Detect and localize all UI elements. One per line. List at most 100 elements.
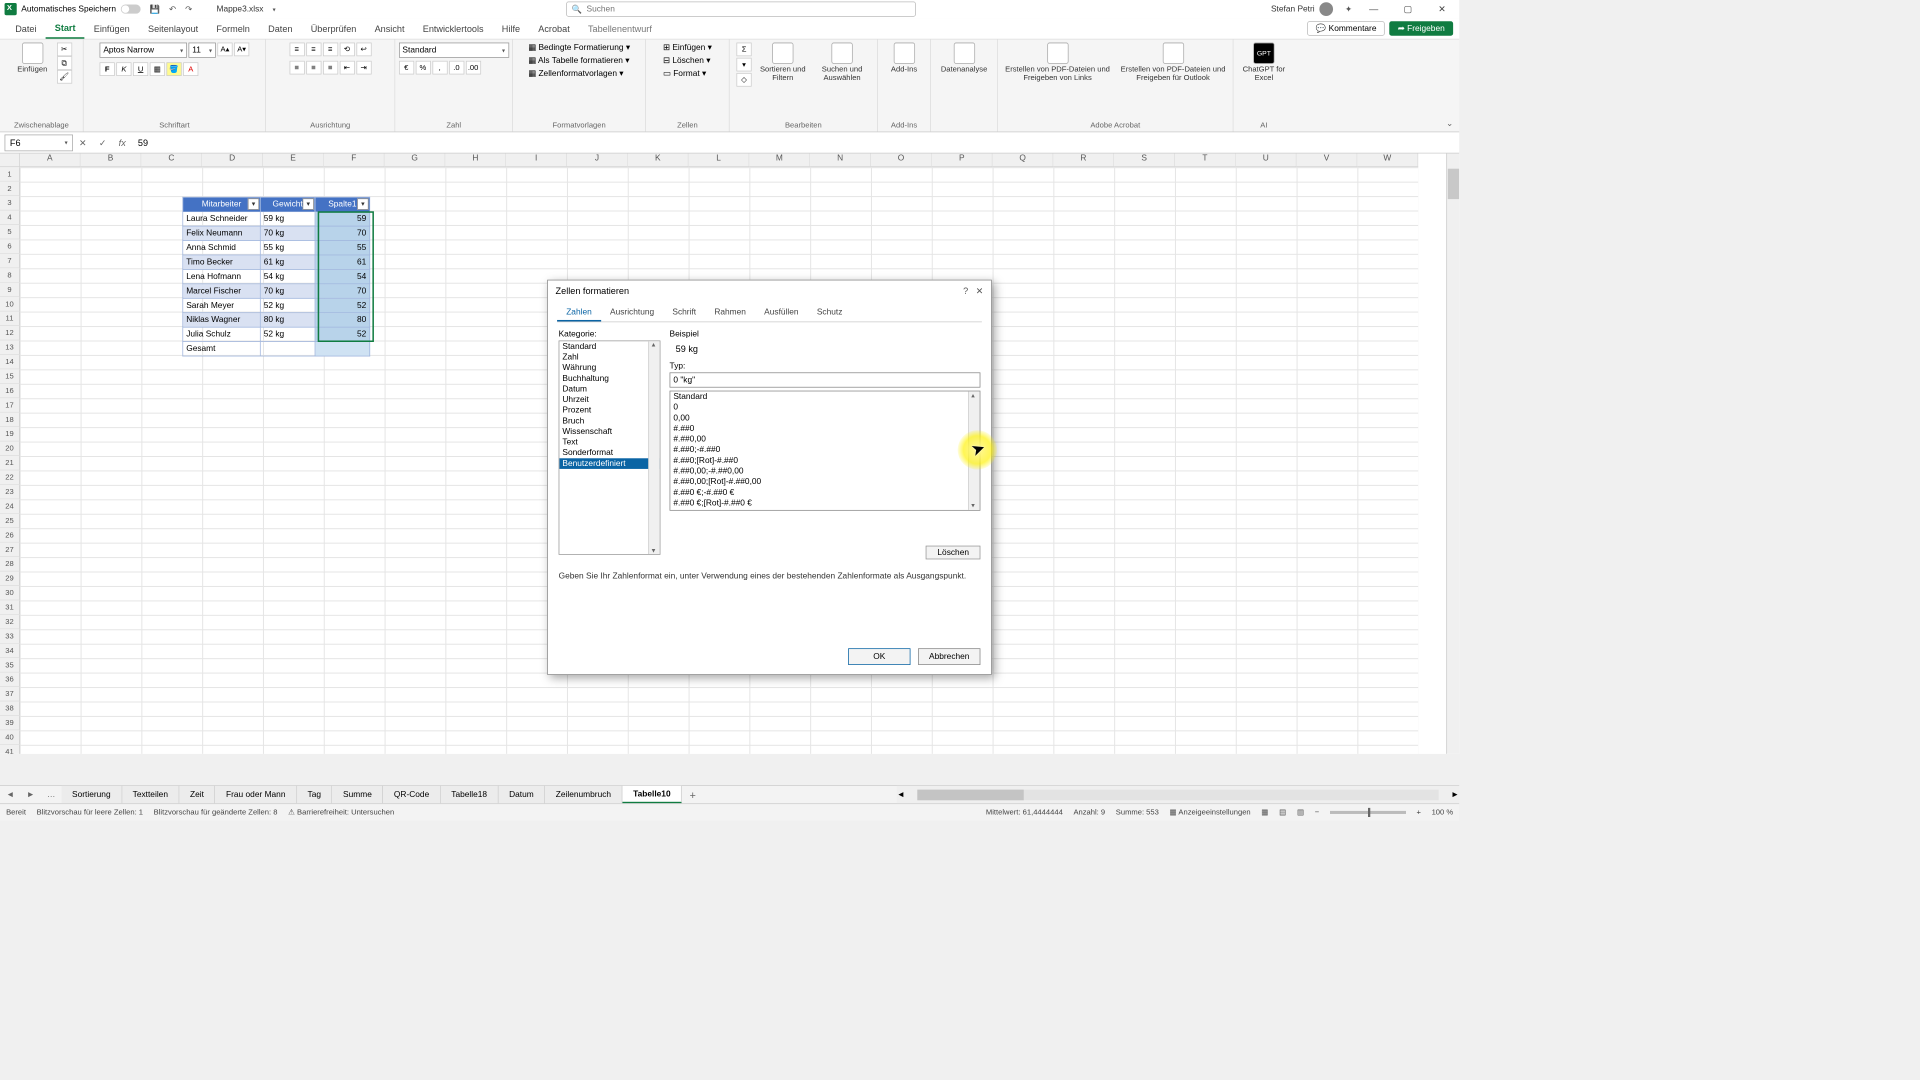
category-item[interactable]: Standard <box>559 341 659 352</box>
format-painter-icon[interactable]: 🖌 <box>57 70 72 84</box>
number-format-select[interactable]: Standard▾ <box>399 43 509 58</box>
column-headers[interactable]: ABCDEFGHIJKLMNOPQRSTUVW <box>20 154 1418 168</box>
formula-input[interactable]: 59 <box>132 137 1459 148</box>
row-header[interactable]: 7 <box>0 254 20 268</box>
row-header[interactable]: 37 <box>0 687 20 701</box>
sheet-nav-next-icon[interactable]: ► <box>20 790 40 799</box>
tab-formeln[interactable]: Formeln <box>207 18 259 39</box>
column-header[interactable]: I <box>506 154 567 168</box>
format-item[interactable]: #.##0,00 €;-#.##0,00 € <box>670 508 979 510</box>
row-header[interactable]: 32 <box>0 615 20 629</box>
align-right-icon[interactable]: ≡ <box>323 61 338 75</box>
format-item[interactable]: Standard <box>670 391 979 402</box>
clear-icon[interactable]: ◇ <box>736 73 751 87</box>
percent-icon[interactable]: % <box>415 61 430 75</box>
table-cell[interactable]: Timo Becker <box>183 255 261 269</box>
format-item[interactable]: #.##0,00 <box>670 434 979 445</box>
comma-icon[interactable]: , <box>432 61 447 75</box>
type-input[interactable] <box>670 372 981 387</box>
table-cell[interactable]: 55 kg <box>260 241 315 255</box>
indent-inc-icon[interactable]: ⇥ <box>356 61 371 75</box>
table-header-mitarbeiter[interactable]: Mitarbeiter▾ <box>183 197 261 211</box>
coming-soon-icon[interactable]: ✦ <box>1340 4 1356 14</box>
tab-hilfe[interactable]: Hilfe <box>493 18 529 39</box>
sheet-tab[interactable]: Tabelle10 <box>622 786 682 803</box>
table-cell[interactable]: Niklas Wagner <box>183 313 261 327</box>
table-cell[interactable]: Julia Schulz <box>183 327 261 341</box>
row-header[interactable]: 21 <box>0 456 20 470</box>
align-top-icon[interactable]: ≡ <box>289 43 304 57</box>
sheet-tab[interactable]: Frau oder Mann <box>215 786 297 803</box>
row-header[interactable]: 27 <box>0 543 20 557</box>
dialog-help-button[interactable]: ? <box>963 286 968 297</box>
column-header[interactable]: B <box>81 154 142 168</box>
table-cell[interactable]: 59 kg <box>260 212 315 226</box>
decrease-font-icon[interactable]: A▾ <box>234 43 249 57</box>
table-cell[interactable]: 70 <box>315 284 370 298</box>
column-header[interactable]: J <box>567 154 628 168</box>
row-header[interactable]: 16 <box>0 384 20 398</box>
row-header[interactable]: 38 <box>0 701 20 715</box>
row-headers[interactable]: 1234567891011121314151617181920212223242… <box>0 167 20 754</box>
row-header[interactable]: 14 <box>0 355 20 369</box>
view-break-icon[interactable]: ▥ <box>1297 808 1304 816</box>
format-item[interactable]: #.##0 €;[Rot]-#.##0 € <box>670 498 979 509</box>
name-box[interactable]: F6▾ <box>5 134 73 151</box>
column-header[interactable]: V <box>1297 154 1358 168</box>
dialog-tab-zahlen[interactable]: Zahlen <box>557 305 601 322</box>
find-select-button[interactable]: Suchen und Auswählen <box>814 43 870 83</box>
fx-icon[interactable]: fx <box>113 137 132 148</box>
pdf-outlook-button[interactable]: Erstellen von PDF-Dateien und Freigeben … <box>1117 43 1229 83</box>
table-header-gewicht[interactable]: Gewicht▾ <box>260 197 315 211</box>
format-item[interactable]: #.##0,00;-#.##0,00 <box>670 466 979 477</box>
format-item[interactable]: #.##0 €;-#.##0 € <box>670 487 979 498</box>
ok-button[interactable]: OK <box>848 648 910 665</box>
sheet-nav-more-icon[interactable]: … <box>41 790 62 799</box>
align-middle-icon[interactable]: ≡ <box>306 43 321 57</box>
autosave-toggle[interactable] <box>121 5 141 14</box>
tab-start[interactable]: Start <box>46 18 85 39</box>
table-cell[interactable]: Laura Schneider <box>183 212 261 226</box>
row-header[interactable]: 39 <box>0 716 20 730</box>
row-header[interactable]: 12 <box>0 326 20 340</box>
column-header[interactable]: Q <box>993 154 1054 168</box>
row-header[interactable]: 8 <box>0 268 20 282</box>
category-item[interactable]: Zahl <box>559 352 659 363</box>
column-header[interactable]: O <box>871 154 932 168</box>
category-item[interactable]: Buchhaltung <box>559 373 659 384</box>
row-header[interactable]: 15 <box>0 369 20 383</box>
search-input[interactable] <box>586 5 915 14</box>
row-header[interactable]: 6 <box>0 239 20 253</box>
fill-color-button[interactable]: 🪣 <box>166 62 181 76</box>
column-header[interactable]: F <box>324 154 385 168</box>
minimize-button[interactable]: — <box>1357 4 1391 15</box>
view-normal-icon[interactable]: ▦ <box>1261 808 1268 816</box>
category-item[interactable]: Prozent <box>559 405 659 416</box>
row-header[interactable]: 10 <box>0 297 20 311</box>
undo-icon[interactable]: ↶ <box>164 4 180 14</box>
table-cell[interactable]: 52 <box>315 298 370 312</box>
row-header[interactable]: 17 <box>0 398 20 412</box>
table-cell[interactable]: 52 kg <box>260 327 315 341</box>
column-header[interactable]: T <box>1175 154 1236 168</box>
filename-label[interactable]: Mappe3.xlsx <box>212 5 268 14</box>
row-header[interactable]: 23 <box>0 485 20 499</box>
table-header-spalte1[interactable]: Spalte1▾ <box>315 197 370 211</box>
vertical-scrollbar[interactable] <box>1446 154 1459 754</box>
conditional-formatting-button[interactable]: ▦ Bedingte Formatierung ▾ <box>528 43 630 53</box>
table-total-label[interactable]: Gesamt <box>183 342 261 356</box>
row-header[interactable]: 9 <box>0 283 20 297</box>
column-header[interactable]: H <box>445 154 506 168</box>
chatgpt-button[interactable]: GPTChatGPT for Excel <box>1243 43 1286 83</box>
category-item[interactable]: Datum <box>559 384 659 395</box>
sheet-tab[interactable]: Sortierung <box>61 786 122 803</box>
row-header[interactable]: 28 <box>0 557 20 571</box>
format-list[interactable]: Standard00,00#.##0#.##0,00#.##0;-#.##0#.… <box>670 391 981 511</box>
view-page-icon[interactable]: ▤ <box>1279 808 1286 816</box>
row-header[interactable]: 41 <box>0 745 20 754</box>
category-list[interactable]: StandardZahlWährungBuchhaltungDatumUhrze… <box>559 340 661 554</box>
row-header[interactable]: 24 <box>0 499 20 513</box>
format-item[interactable]: #.##0,00;[Rot]-#.##0,00 <box>670 477 979 488</box>
dialog-tab-rahmen[interactable]: Rahmen <box>705 305 755 322</box>
dialog-close-button[interactable]: ✕ <box>976 286 984 297</box>
